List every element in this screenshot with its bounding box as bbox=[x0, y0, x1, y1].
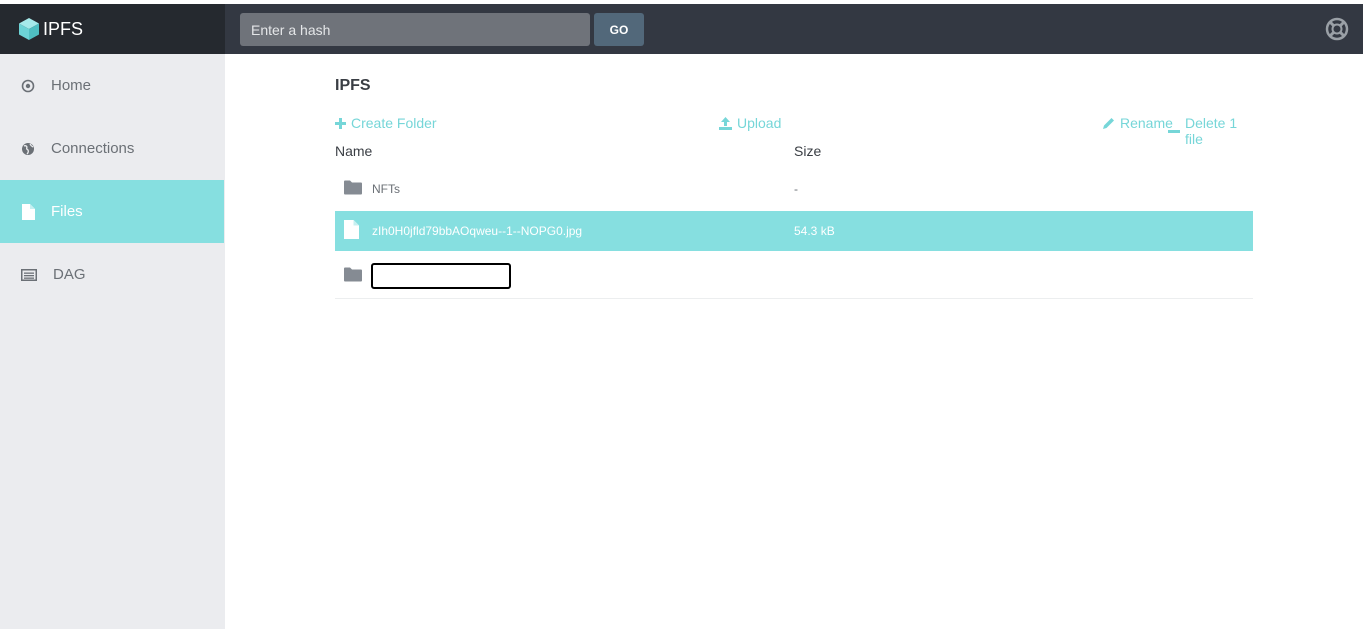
globe-icon bbox=[21, 142, 35, 156]
target-icon bbox=[21, 79, 35, 93]
rename-label: Rename bbox=[1120, 115, 1173, 131]
create-folder-button[interactable]: Create Folder bbox=[335, 115, 437, 131]
folder-icon bbox=[344, 180, 362, 198]
ipfs-cube-icon bbox=[19, 18, 39, 40]
brand-name: IPFS bbox=[43, 18, 84, 39]
lifebuoy-help-icon[interactable] bbox=[1325, 17, 1349, 41]
upload-label: Upload bbox=[737, 115, 782, 131]
file-size: 54.3 kB bbox=[794, 224, 835, 238]
upload-icon bbox=[719, 116, 732, 130]
sidebar-item-label: Home bbox=[51, 77, 92, 94]
row-divider bbox=[335, 298, 1253, 299]
page-title: IPFS bbox=[335, 77, 371, 94]
file-icon bbox=[21, 203, 35, 220]
upload-button[interactable]: Upload bbox=[719, 115, 781, 131]
brand-logo[interactable]: IPFS bbox=[0, 4, 225, 54]
table-row-selected[interactable]: zIh0H0jfld79bbAOqweu--1--NOPG0.jpg 54.3 … bbox=[335, 211, 1253, 251]
plus-icon bbox=[335, 117, 346, 129]
column-header-size[interactable]: Size bbox=[794, 143, 821, 159]
sidebar-item-connections[interactable]: Connections bbox=[0, 117, 224, 180]
folder-icon bbox=[344, 267, 362, 285]
sidebar: Home Connections Files DAG bbox=[0, 54, 225, 629]
file-icon bbox=[344, 220, 359, 242]
file-name: NFTs bbox=[372, 182, 400, 196]
go-button[interactable]: GO bbox=[594, 13, 644, 46]
pencil-icon bbox=[1103, 117, 1115, 129]
delete-label: Delete 1 file bbox=[1185, 115, 1238, 147]
table-row-new-folder[interactable] bbox=[335, 254, 1253, 298]
create-folder-label: Create Folder bbox=[351, 115, 437, 131]
hash-input[interactable] bbox=[240, 13, 590, 46]
sidebar-item-files[interactable]: Files bbox=[0, 180, 224, 243]
list-icon bbox=[21, 268, 37, 282]
sidebar-item-label: DAG bbox=[53, 266, 86, 283]
sidebar-item-label: Files bbox=[51, 203, 83, 220]
sidebar-item-label: Connections bbox=[51, 140, 135, 157]
rename-button[interactable]: Rename bbox=[1103, 115, 1173, 131]
sidebar-item-home[interactable]: Home bbox=[0, 54, 224, 117]
file-size: - bbox=[794, 182, 798, 196]
top-bar: IPFS GO bbox=[0, 4, 1363, 54]
folder-name-input[interactable] bbox=[371, 263, 511, 289]
column-header-name[interactable]: Name bbox=[335, 143, 372, 159]
file-name: zIh0H0jfld79bbAOqweu--1--NOPG0.jpg bbox=[372, 224, 583, 238]
sidebar-item-dag[interactable]: DAG bbox=[0, 243, 224, 306]
minus-icon bbox=[1168, 129, 1180, 133]
table-row[interactable]: NFTs - bbox=[335, 169, 1253, 209]
delete-button[interactable]: Delete 1 file bbox=[1168, 115, 1253, 147]
